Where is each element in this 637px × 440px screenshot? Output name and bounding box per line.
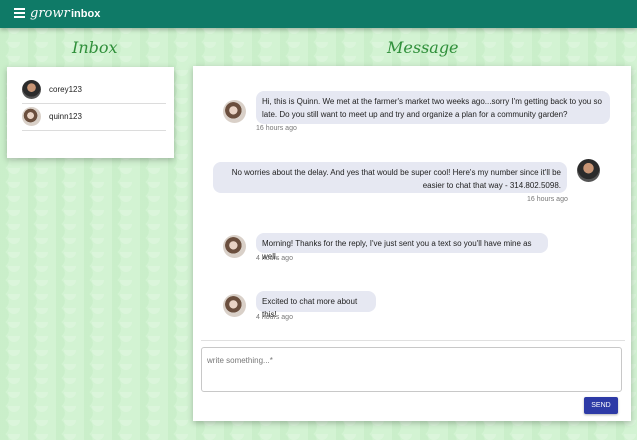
avatar	[22, 107, 41, 126]
message-heading: Message	[387, 38, 459, 57]
inbox-list: corey123 quinn123	[7, 67, 174, 158]
message-timestamp: 4 hours ago	[256, 314, 293, 321]
message-bubble: Excited to chat more about this!	[256, 291, 376, 319]
avatar	[223, 294, 246, 317]
message-input[interactable]: write something...*	[201, 347, 622, 392]
inbox-item-quinn123[interactable]: quinn123	[22, 104, 166, 131]
inbox-heading: Inbox	[72, 38, 118, 57]
message-bubble: No worries about the delay. And yes that…	[213, 162, 567, 193]
avatar	[22, 80, 41, 99]
avatar	[577, 159, 600, 182]
inbox-item-name: corey123	[49, 85, 82, 94]
inbox-item-corey123[interactable]: corey123	[22, 77, 166, 104]
avatar	[223, 235, 246, 258]
message-input-placeholder: write something...*	[207, 356, 273, 365]
message-timestamp: 4 hours ago	[256, 255, 293, 262]
brand-logo: growr	[30, 6, 70, 21]
inbox-item-name: quinn123	[49, 112, 82, 121]
divider	[201, 340, 625, 341]
send-button[interactable]: SEND	[584, 397, 618, 414]
avatar	[223, 100, 246, 123]
message-timestamp: 16 hours ago	[256, 125, 297, 132]
message-bubble: Morning! Thanks for the reply, I've just…	[256, 233, 548, 261]
message-bubble: Hi, this is Quinn. We met at the farmer'…	[256, 91, 610, 124]
top-app-bar: growr inbox	[0, 0, 637, 28]
hamburger-menu-icon[interactable]	[14, 8, 25, 18]
message-timestamp: 16 hours ago	[527, 196, 568, 203]
section-title: inbox	[71, 8, 101, 20]
message-panel: Hi, this is Quinn. We met at the farmer'…	[193, 66, 631, 421]
